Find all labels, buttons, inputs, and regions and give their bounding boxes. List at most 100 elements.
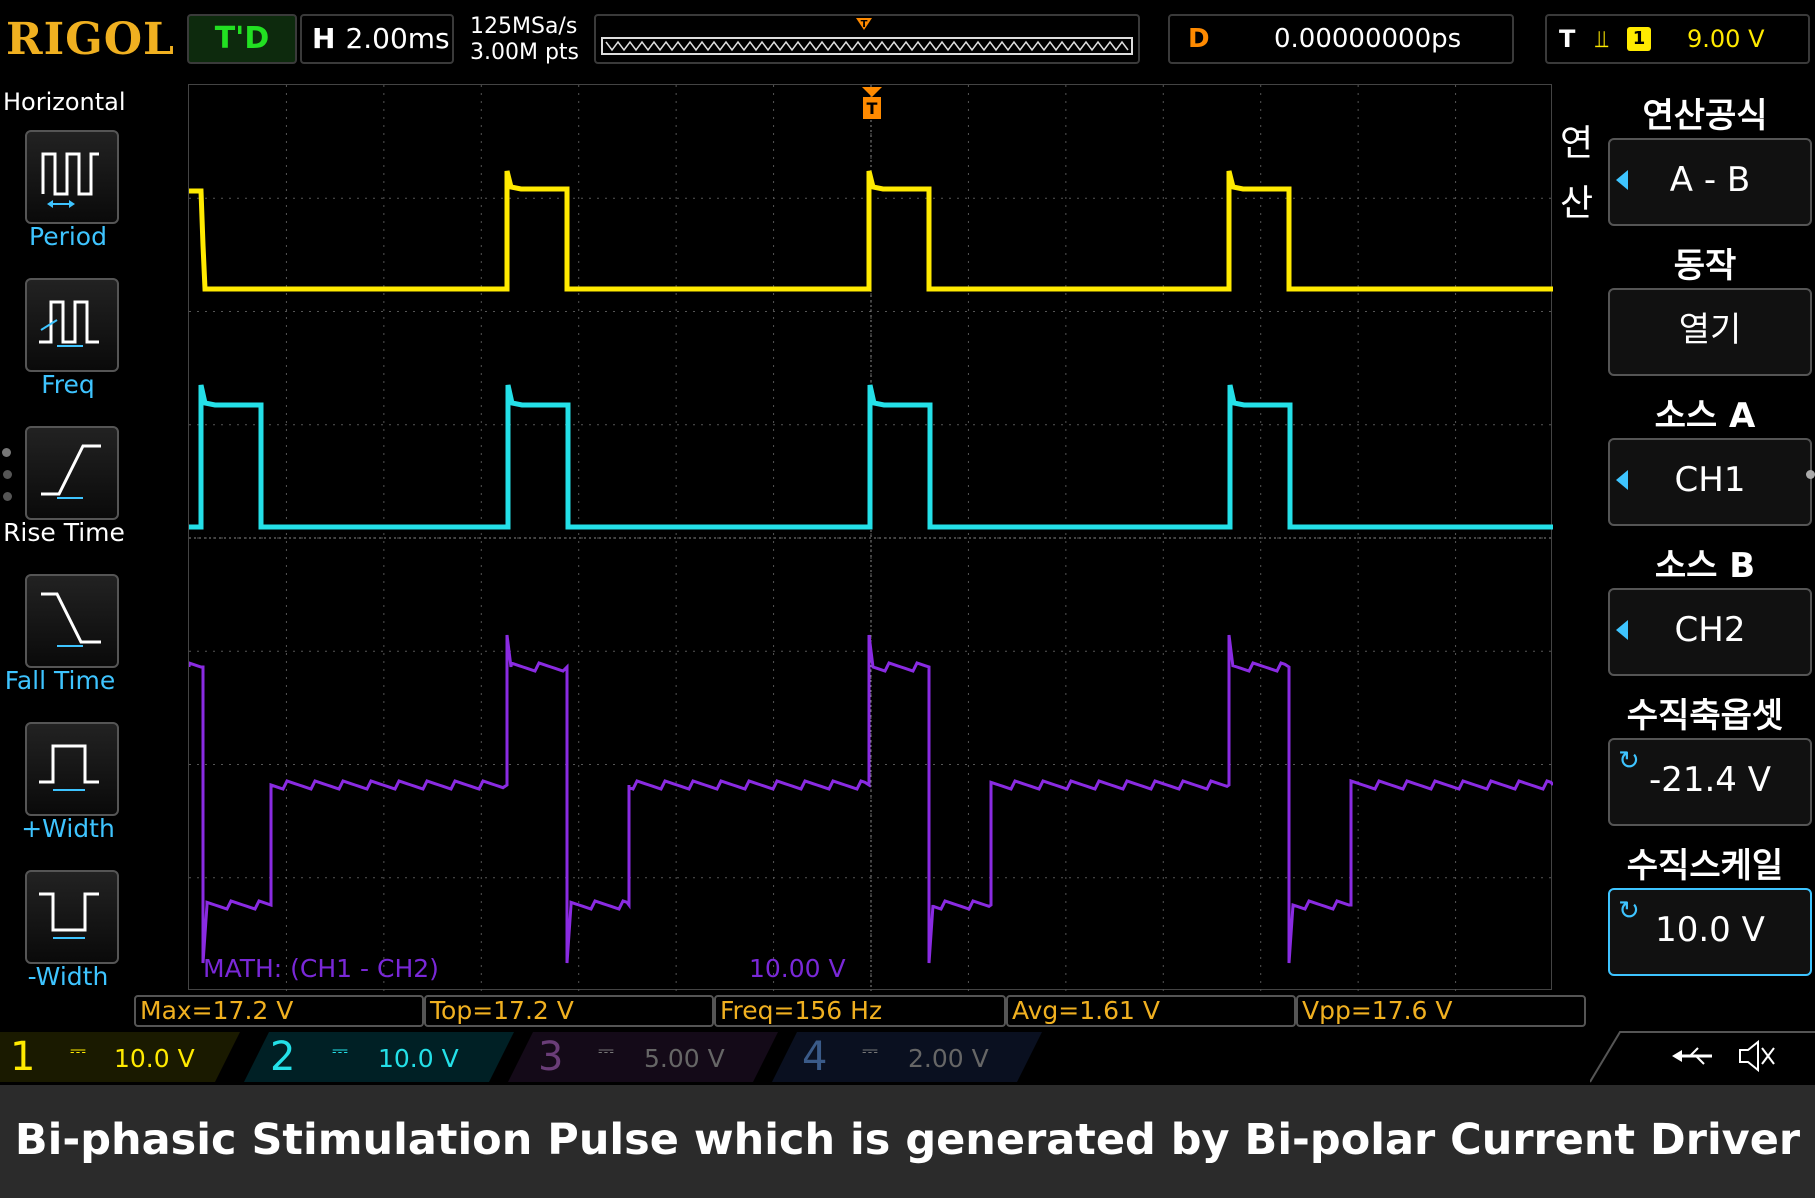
waveform-canvas: 1 2 M T MATH: (CH1 - CH2) 10.00 V [189, 85, 1553, 991]
page-indicator-dot [1806, 470, 1815, 479]
pos-width-label: +Width [21, 814, 115, 843]
display-toggle[interactable]: 열기 [1608, 288, 1812, 376]
trigger-settings-display[interactable]: T ⫫ 1 9.00 V [1545, 14, 1810, 64]
source-a-value: CH1 [1674, 460, 1746, 500]
display-title: 동작 [1673, 246, 1737, 286]
memory-waveform-thumbnail: T [601, 18, 1133, 55]
timebase-value: 2.00ms [345, 22, 450, 55]
source-a-select[interactable]: CH1 [1608, 438, 1812, 526]
freq-label: Freq [41, 370, 95, 399]
menu-side-label: 연 산 [1560, 123, 1594, 224]
pos-width-icon [39, 744, 99, 791]
dc-coupling-icon: ⎓ [598, 1038, 614, 1062]
operator-title: 연산공식 [1642, 96, 1768, 136]
vertical-scale-control[interactable]: ↻ 10.0 V [1608, 888, 1812, 976]
svg-text:T: T [867, 99, 878, 118]
measurement-top[interactable]: Top=17.2 V [424, 995, 714, 1027]
figure-caption: Bi-phasic Stimulation Pulse which is gen… [14, 1115, 1801, 1165]
channel-2-status[interactable]: 2 ⎓ 10.0 V [244, 1032, 514, 1082]
source-a-title: 소스 A [1654, 396, 1756, 436]
page-indicator-dot [2, 448, 11, 457]
dc-coupling-icon: ⎓ [332, 1038, 348, 1062]
timebase-display[interactable]: H 2.00ms [300, 14, 454, 64]
freq-icon [39, 300, 99, 347]
period-label: Period [29, 222, 107, 251]
channel-4-number: 4 [802, 1034, 828, 1080]
ch1-trace [189, 170, 1553, 292]
vertical-offset-value: -21.4 V [1648, 760, 1772, 800]
left-arrow-icon [1616, 620, 1628, 640]
measurement-vpp[interactable]: Vpp=17.6 V [1296, 995, 1586, 1027]
trigger-source-badge: 1 [1627, 27, 1651, 51]
trigger-label: T [1559, 25, 1576, 53]
dc-coupling-icon: ⎓ [862, 1038, 878, 1062]
timebase-label: H [312, 22, 336, 55]
channel-4-scale: 2.00 V [908, 1044, 989, 1073]
delay-label: D [1188, 24, 1210, 54]
fall-time-button[interactable] [25, 574, 119, 668]
vertical-offset-title: 수직축옵셋 [1626, 696, 1784, 736]
delay-display[interactable]: D 0.00000000ps [1168, 14, 1514, 64]
memory-trigger-icon: T [856, 18, 872, 30]
math-menu: 연 산 연산공식 A - B 동작 열기 소스 A CH1 소스 B CH2 수… [1552, 84, 1815, 992]
channel-3-status[interactable]: 3 ⎓ 5.00 V [508, 1032, 778, 1082]
rise-time-button[interactable] [25, 426, 119, 520]
channel-1-scale: 10.0 V [114, 1044, 195, 1073]
trigger-status-badge: T'D [187, 14, 297, 64]
svg-text:T: T [861, 19, 868, 30]
vertical-scale-title: 수직스케일 [1626, 846, 1784, 886]
rigol-logo: RIGOL [6, 14, 175, 65]
usb-icon [1672, 1047, 1712, 1065]
pos-width-button[interactable] [25, 722, 119, 816]
channel-1-status[interactable]: 1 ⎓ 10.0 V [0, 1032, 240, 1082]
neg-width-label: -Width [27, 962, 109, 991]
source-b-select[interactable]: CH2 [1608, 588, 1812, 676]
left-arrow-icon [1616, 170, 1628, 190]
memory-overview: T [594, 14, 1140, 64]
channel-3-scale: 5.00 V [644, 1044, 725, 1073]
math-function-label: MATH: (CH1 - CH2) [203, 954, 439, 983]
measurement-freq[interactable]: Freq=156 Hz [714, 995, 1006, 1027]
operator-value: A - B [1669, 160, 1751, 200]
source-b-title: 소스 B [1654, 546, 1756, 586]
math-scale-label: 10.00 V [749, 954, 846, 983]
channel-2-number: 2 [270, 1034, 296, 1080]
channel-3-number: 3 [538, 1034, 564, 1080]
knob-icon: ↻ [1618, 746, 1640, 776]
rise-time-label: Rise Time [3, 518, 125, 547]
measurement-max[interactable]: Max=17.2 V [134, 995, 424, 1027]
rising-edge-icon: ⫫ [1595, 25, 1609, 53]
trigger-position-marker[interactable]: T [862, 87, 882, 119]
page-indicator-dot [3, 492, 12, 501]
channel-1-number: 1 [10, 1034, 36, 1080]
sample-rate: 125MSa/s [470, 14, 578, 39]
neg-width-button[interactable] [25, 870, 119, 964]
ch2-trace [189, 384, 1553, 530]
left-arrow-icon [1616, 470, 1628, 490]
status-icons [1590, 1031, 1815, 1083]
acquisition-info: 125MSa/s 3.00M pts [470, 14, 579, 66]
neg-width-icon [39, 892, 99, 939]
speaker-muted-icon [1739, 1039, 1775, 1073]
waveform-display[interactable]: 1 2 M T MATH: (CH1 - CH2) 10.00 V [188, 84, 1553, 991]
measurement-avg[interactable]: Avg=1.61 V [1006, 995, 1296, 1027]
page-indicator-dot [3, 470, 12, 479]
source-b-value: CH2 [1674, 610, 1746, 650]
vertical-offset-control[interactable]: ↻ -21.4 V [1608, 738, 1812, 826]
trigger-level-value: 9.00 V [1687, 25, 1765, 53]
period-icon [41, 152, 99, 208]
channel-2-scale: 10.0 V [378, 1044, 459, 1073]
delay-value: 0.00000000ps [1274, 24, 1462, 54]
freq-button[interactable] [25, 278, 119, 372]
display-value: 열기 [1678, 310, 1742, 350]
fall-time-icon [41, 592, 101, 647]
operator-select[interactable]: A - B [1608, 138, 1812, 226]
dc-coupling-icon: ⎓ [70, 1038, 86, 1062]
rise-time-icon [41, 444, 101, 499]
horizontal-menu-title: Horizontal [3, 88, 126, 116]
channel-4-status[interactable]: 4 ⎓ 2.00 V [772, 1032, 1042, 1082]
vertical-scale-value: 10.0 V [1655, 910, 1765, 950]
knob-icon: ↻ [1618, 896, 1640, 926]
period-button[interactable] [25, 130, 119, 224]
memory-depth: 3.00M pts [470, 40, 580, 65]
